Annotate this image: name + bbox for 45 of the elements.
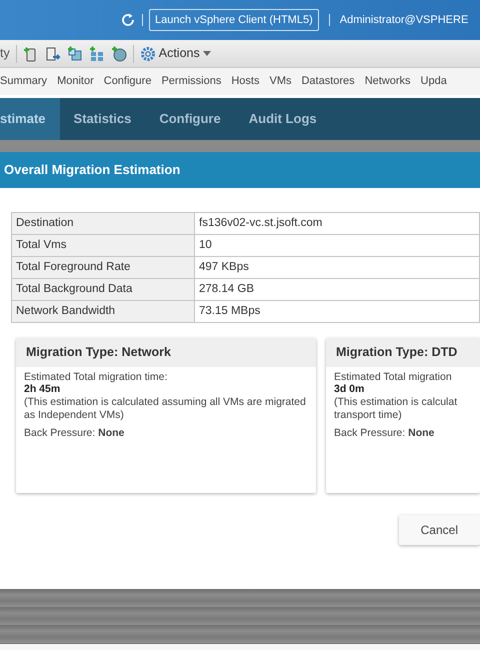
plugin-tab[interactable]: stimate [0,98,60,140]
user-menu[interactable]: Administrator@VSPHERE [340,12,468,28]
nav-tab[interactable]: Hosts [231,73,260,90]
cancel-button[interactable]: Cancel [398,515,480,545]
nav-tab[interactable]: Monitor [57,73,94,90]
back-pressure-text: Back Pressure: None [334,427,436,440]
estimation-note: (This estimation is calculat transport time) [334,396,458,422]
plugin-tab[interactable]: Configure [145,98,235,140]
new-cluster-icon[interactable] [66,46,83,62]
card-title: Migration Type: Network [16,338,316,367]
card-title: Migration Type: DTD [326,338,480,367]
nav-tab[interactable]: VMs [269,73,292,90]
gear-icon [140,46,156,62]
back-pressure-text: Back Pressure: None [24,427,126,440]
table-cell: Total Background Data [12,278,194,300]
caret-icon [202,51,211,56]
estimation-note: (This estimation is calculated assuming all VMs are migrated as Independent VMs) [24,396,307,422]
actions-menu[interactable]: Actions [140,44,211,63]
nav-tab[interactable]: Upda [420,73,447,90]
table-cell: 497 KBps [194,256,480,278]
table-cell: 73.15 MBps [194,300,480,322]
time-label: Estimated Total migration time: [24,370,168,384]
nav-tab[interactable]: Datastores [301,73,355,90]
table-cell: Network Bandwidth [12,300,194,322]
time-value: 2h 45m [24,383,62,396]
nav-tab[interactable]: Summary [0,73,48,90]
actions-label: Actions [158,45,200,62]
nav-tab[interactable]: Permissions [161,73,222,90]
refresh-icon[interactable] [120,12,136,28]
table-cell: 278.14 GB [194,278,480,300]
nav-tab[interactable]: Networks [364,73,411,90]
time-label: Estimated Total migration [334,370,453,384]
table-cell: fs136v02-vc.st.jsoft.com [194,212,480,234]
plugin-tab[interactable]: Audit Logs [234,98,331,140]
time-value: 3d 0m [334,383,366,396]
network-icon[interactable] [110,46,127,62]
table-cell: Total Vms [12,234,194,256]
table-cell: Total Foreground Rate [12,256,194,278]
nav-tab[interactable]: Configure [104,73,152,90]
toolbar-label: ty [0,45,10,62]
launch-client-button[interactable]: Launch vSphere Client (HTML5) [149,8,319,32]
table-cell: 10 [194,234,480,256]
plugin-tab[interactable]: Statistics [60,98,146,140]
dialog-title: Overall Migration Estimation [0,152,480,188]
table-cell: Destination [12,212,194,234]
